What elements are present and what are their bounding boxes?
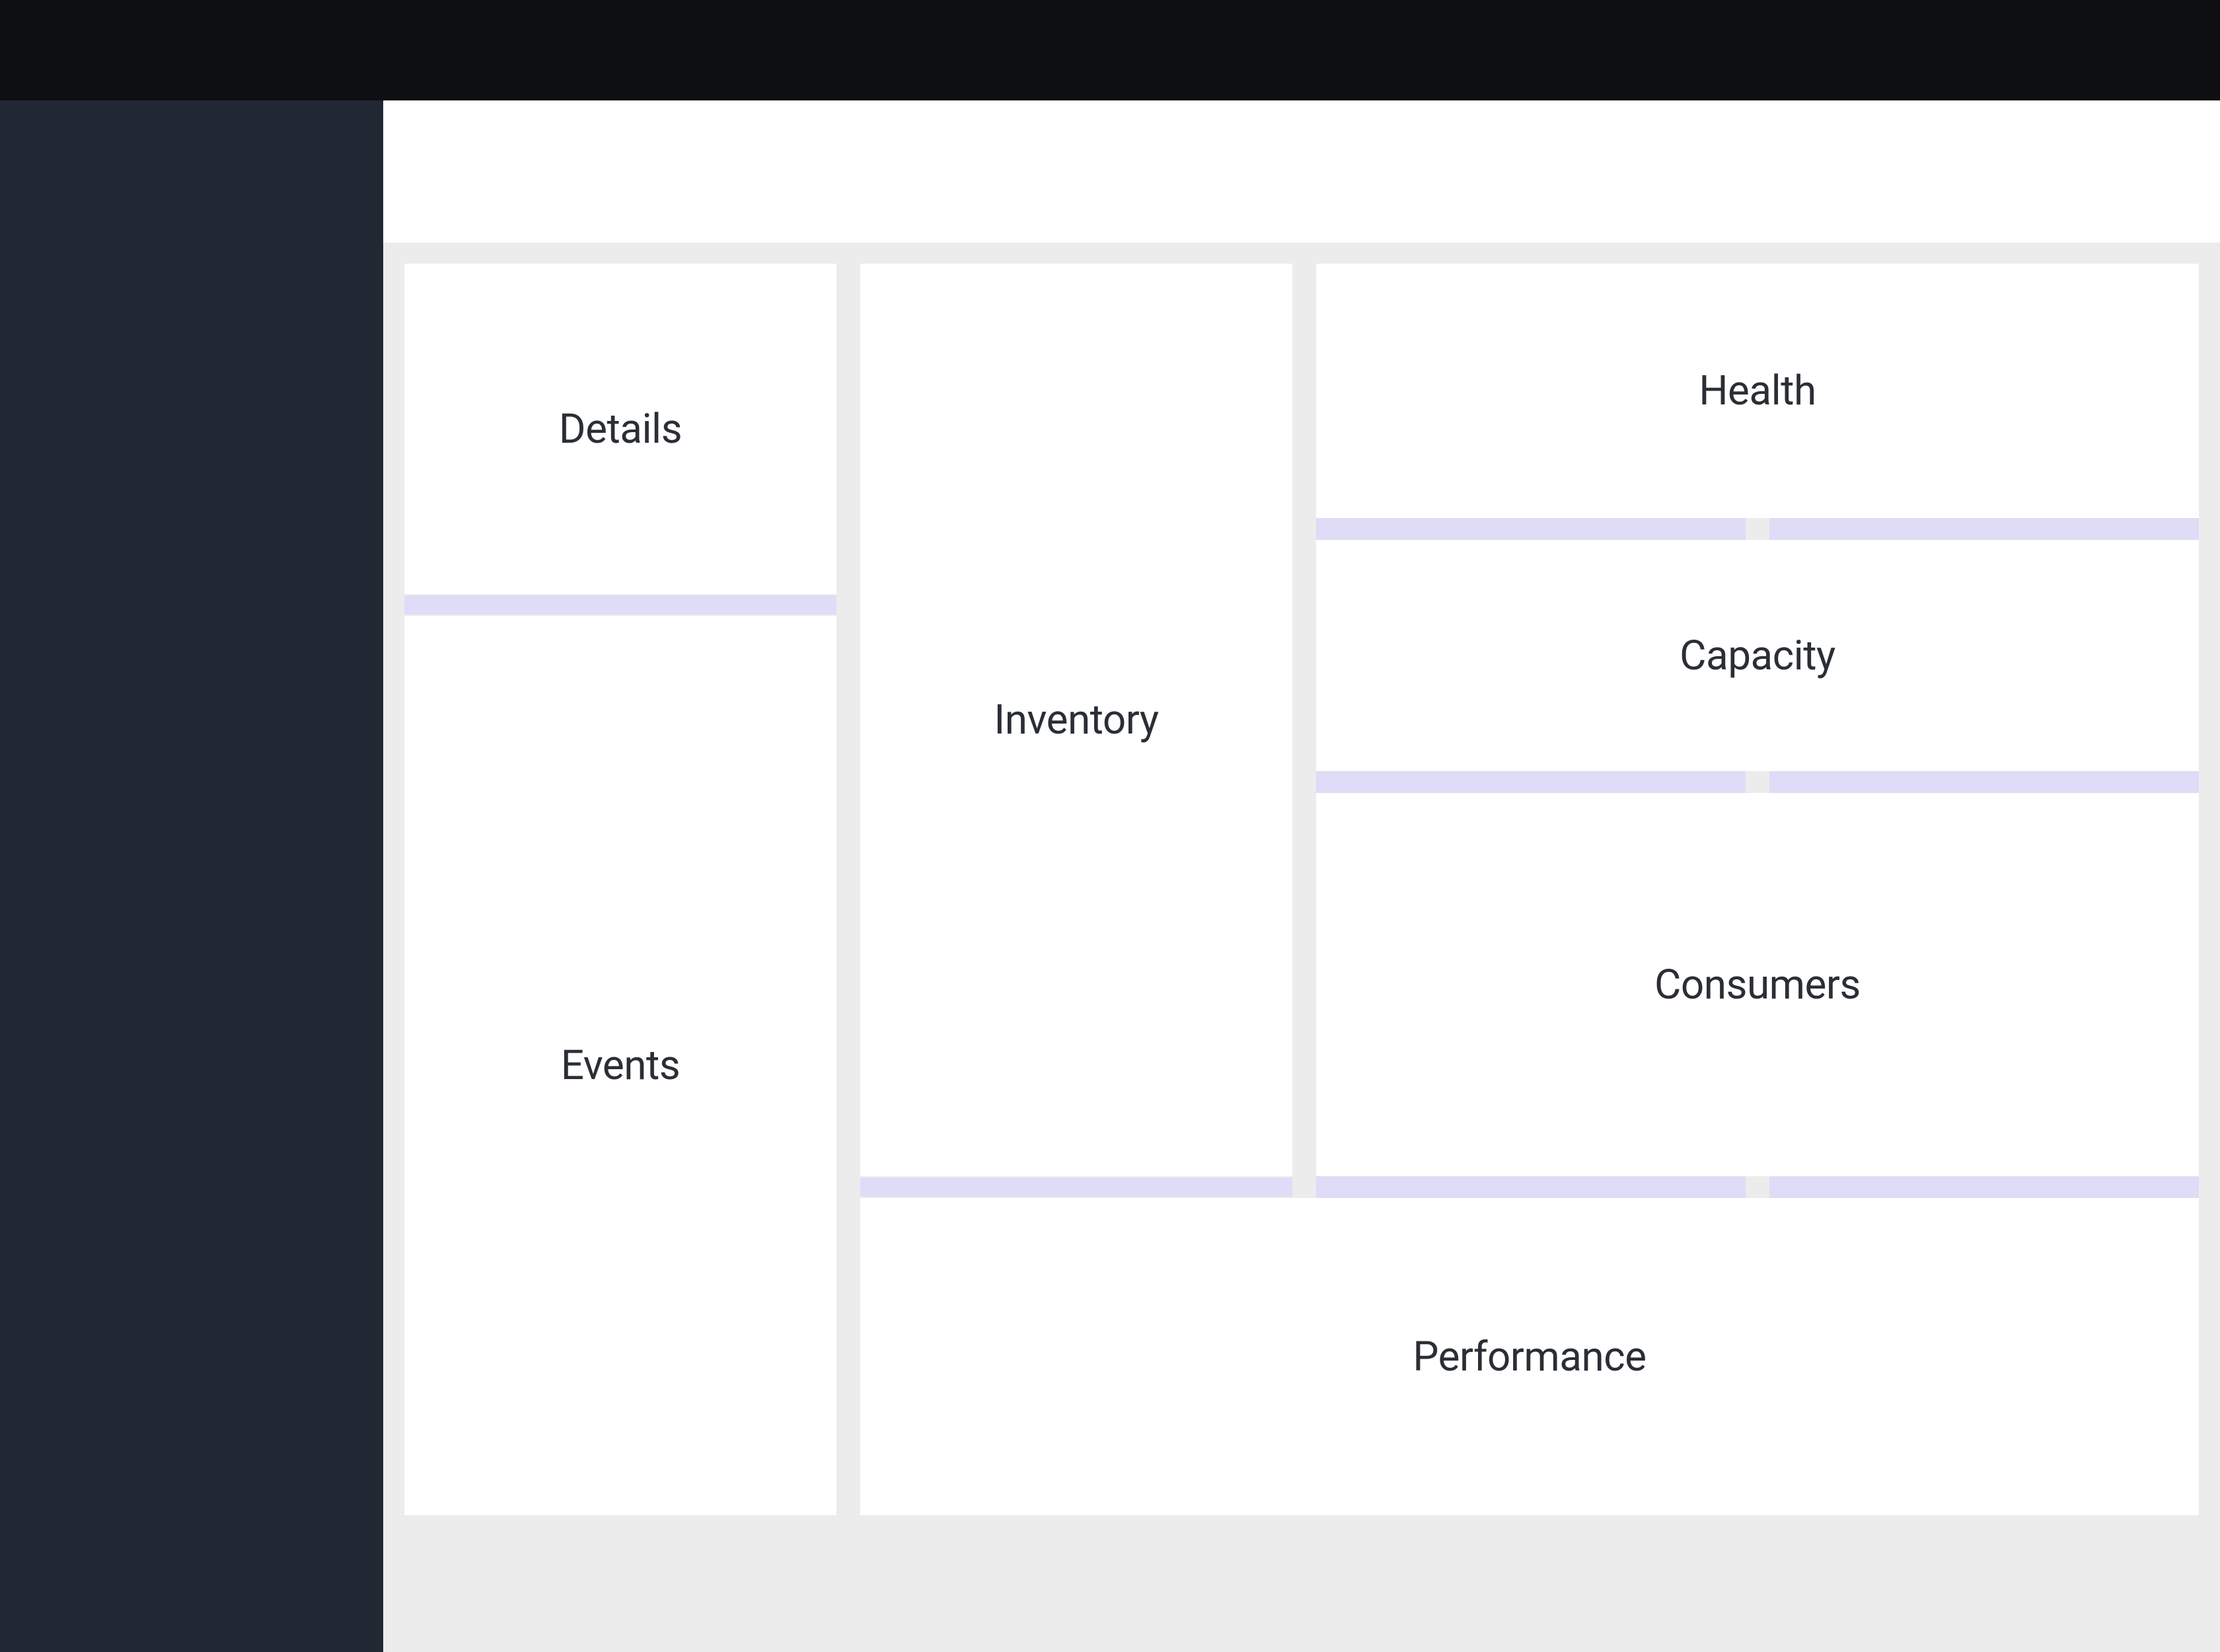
drop-zone-row[interactable] bbox=[1316, 771, 2199, 793]
panel-title: Details bbox=[559, 405, 682, 453]
panel-capacity[interactable]: Capacity bbox=[1316, 540, 2199, 771]
drop-zone[interactable] bbox=[1316, 518, 1746, 540]
top-bar bbox=[0, 0, 2220, 100]
panel-performance[interactable]: Performance bbox=[860, 1198, 2199, 1515]
drop-zone[interactable] bbox=[860, 1176, 1292, 1198]
panel-title: Health bbox=[1699, 367, 1816, 415]
panel-title: Consumers bbox=[1654, 961, 1861, 1009]
drop-zone-row[interactable] bbox=[1316, 518, 2199, 540]
main-area: Details Events Inventory Health bbox=[383, 100, 2220, 1652]
panel-title: Capacity bbox=[1680, 632, 1835, 680]
drop-zone[interactable] bbox=[404, 594, 836, 616]
drop-zone[interactable] bbox=[1769, 1176, 2199, 1198]
dashboard-grid: Details Events Inventory Health bbox=[404, 264, 2199, 1652]
sidebar bbox=[0, 100, 383, 1652]
panel-events[interactable]: Events bbox=[404, 616, 836, 1515]
drop-zone[interactable] bbox=[1769, 518, 2199, 540]
panel-title: Performance bbox=[1413, 1333, 1646, 1381]
content-header bbox=[383, 100, 2220, 243]
drop-zone[interactable] bbox=[1769, 771, 2199, 793]
app-body: Details Events Inventory Health bbox=[0, 100, 2220, 1652]
panel-inventory[interactable]: Inventory bbox=[860, 264, 1292, 1176]
drop-zone[interactable] bbox=[1316, 771, 1746, 793]
panel-title: Events bbox=[561, 1041, 681, 1090]
panel-consumers[interactable]: Consumers bbox=[1316, 793, 2199, 1176]
drop-zone-row[interactable] bbox=[1316, 1176, 2199, 1198]
panel-title: Inventory bbox=[994, 696, 1158, 744]
dashboard-canvas: Details Events Inventory Health bbox=[383, 243, 2220, 1652]
drop-zone[interactable] bbox=[1316, 1176, 1746, 1198]
panel-details[interactable]: Details bbox=[404, 264, 836, 594]
panel-health[interactable]: Health bbox=[1316, 264, 2199, 518]
